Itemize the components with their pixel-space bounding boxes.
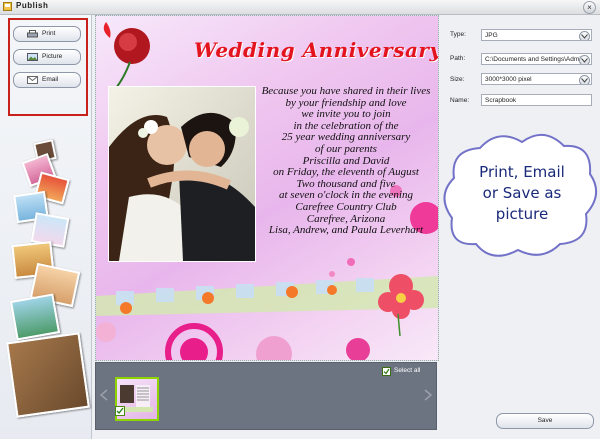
callout-line: Print, Email <box>479 163 565 181</box>
publish-options-highlight: Print Picture Email <box>8 18 88 116</box>
callout-line: or Save as <box>482 184 562 202</box>
invitation-line: Lisa, Andrew, and Paula Leverhart <box>268 224 424 237</box>
invitation-line: Because you have shared in their lives <box>261 85 431 97</box>
window-title: Publish <box>16 1 49 10</box>
envelope-icon <box>27 76 38 84</box>
couple-photo <box>108 86 256 262</box>
invitation-line: of our parents <box>315 142 377 155</box>
select-all-label[interactable]: Select all <box>394 367 420 374</box>
couple-photo-image <box>109 87 255 261</box>
invitation-line: Carefree Country Club <box>295 200 397 213</box>
invitation-card: Wedding Anniversary Because you have sha… <box>96 16 438 360</box>
callout-text: Print, Email or Save as picture <box>462 162 582 225</box>
select-all-checkbox[interactable] <box>382 367 391 376</box>
template-thumbnail[interactable] <box>6 332 90 418</box>
page-thumbnail-bar: Select all <box>95 362 437 430</box>
scroll-right-icon[interactable] <box>424 389 432 401</box>
card-preview: Wedding Anniversary Because you have sha… <box>95 15 439 361</box>
type-select[interactable]: JPG <box>481 29 592 41</box>
size-label: Size: <box>450 76 465 83</box>
path-value: C:\Documents and Settings\Admi <box>485 56 581 63</box>
page-checkbox[interactable] <box>115 406 125 416</box>
callout-line: picture <box>495 205 549 223</box>
scroll-left-icon[interactable] <box>100 389 108 401</box>
print-button[interactable]: Print <box>13 26 81 42</box>
chevron-down-icon[interactable] <box>579 31 590 40</box>
left-panel: Print Picture Email <box>0 15 92 439</box>
template-thumbnail-stack <box>6 135 90 435</box>
picture-label: Picture <box>42 53 63 60</box>
picture-button[interactable]: Picture <box>13 49 81 65</box>
size-value: 3000*3000 pixel <box>485 76 532 83</box>
name-input[interactable]: Scrapbook <box>481 94 592 106</box>
path-label: Path: <box>450 55 466 62</box>
card-title: Wedding Anniversary <box>194 38 439 62</box>
type-value: JPG <box>485 32 498 39</box>
close-button[interactable]: × <box>583 1 596 14</box>
app-icon <box>3 2 12 11</box>
invitation-line: on Friday, the eleventh of August <box>273 166 419 179</box>
save-button[interactable]: Save <box>496 413 594 429</box>
name-label: Name: <box>450 97 470 104</box>
email-button[interactable]: Email <box>13 72 81 88</box>
chevron-down-icon[interactable] <box>579 55 590 64</box>
size-select[interactable]: 3000*3000 pixel <box>481 73 592 85</box>
template-thumbnail[interactable] <box>9 293 61 341</box>
type-label: Type: <box>450 31 466 38</box>
chevron-down-icon[interactable] <box>579 75 590 84</box>
email-label: Email <box>42 76 59 83</box>
path-field[interactable]: C:\Documents and Settings\Admi <box>481 53 592 65</box>
settings-panel: Type: JPG Path: C:\Documents and Setting… <box>440 15 600 439</box>
picture-icon <box>27 53 38 61</box>
print-label: Print <box>42 30 56 37</box>
printer-icon <box>27 30 38 38</box>
invitation-text: Because you have shared in their lives b… <box>256 85 436 237</box>
name-value: Scrapbook <box>485 97 517 104</box>
title-bar: Publish × <box>0 0 600 15</box>
